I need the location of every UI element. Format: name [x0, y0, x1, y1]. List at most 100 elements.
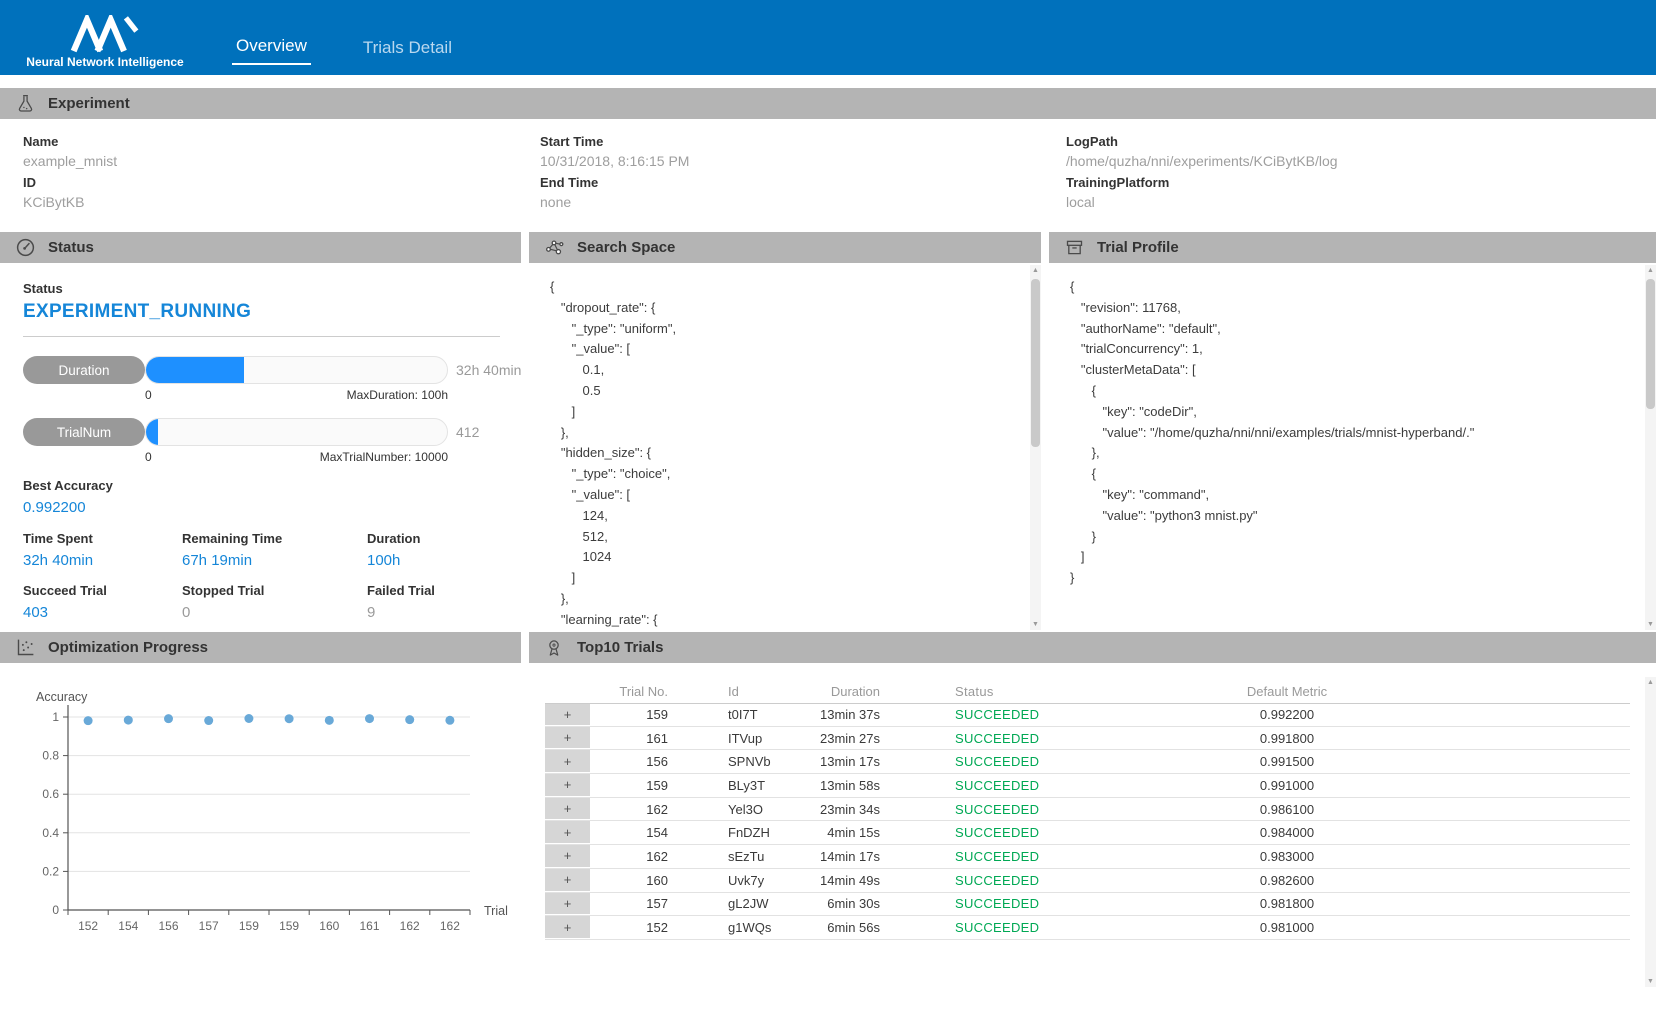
- top10-scrollbar[interactable]: ▲ ▼: [1645, 677, 1656, 987]
- svg-text:157: 157: [199, 919, 219, 933]
- top10-table-header: Trial No. Id Duration Status Default Met…: [545, 679, 1630, 703]
- trial-profile-json: { "revision": 11768, "authorName": "defa…: [1070, 277, 1656, 589]
- remaining-time-label: Remaining Time: [182, 531, 367, 546]
- expand-row-button[interactable]: +: [545, 916, 590, 939]
- training-platform-value: local: [1066, 194, 1656, 210]
- trial-status-cell: SUCCEEDED: [890, 802, 1102, 817]
- stopped-trial-label: Stopped Trial: [182, 583, 367, 598]
- trial-status-cell: SUCCEEDED: [890, 754, 1102, 769]
- succeed-trial-value: 403: [23, 604, 182, 621]
- scroll-down-icon[interactable]: ▼: [1030, 621, 1041, 628]
- table-row: +162sEzTu14min 17sSUCCEEDED0.983000: [545, 845, 1630, 869]
- col-duration: Duration: [810, 684, 890, 699]
- trial-metric-cell: 0.991000: [1102, 778, 1472, 793]
- trial-no-cell: 156: [590, 754, 682, 769]
- table-row: +152g1WQs6min 56sSUCCEEDED0.981000: [545, 916, 1630, 940]
- end-time-label: End Time: [540, 175, 1066, 190]
- expand-row-button[interactable]: +: [545, 869, 590, 892]
- status-stats: Time Spent32h 40min Remaining Time67h 19…: [23, 531, 521, 621]
- status-panel: Status Status EXPERIMENT_RUNNING Duratio…: [0, 232, 521, 632]
- svg-text:0.4: 0.4: [42, 826, 59, 840]
- col-status: Status: [890, 684, 1102, 699]
- end-time-value: none: [540, 194, 1066, 210]
- svg-text:159: 159: [239, 919, 259, 933]
- scroll-down-icon[interactable]: ▼: [1645, 978, 1656, 985]
- scatter-chart-icon: [14, 637, 36, 659]
- scroll-up-icon[interactable]: ▲: [1645, 679, 1656, 686]
- expand-row-button[interactable]: +: [545, 774, 590, 797]
- trial-duration-cell: 6min 30s: [810, 896, 890, 911]
- svg-text:0.6: 0.6: [42, 787, 59, 801]
- duration-label: Duration: [367, 531, 521, 546]
- trial-duration-cell: 23min 34s: [810, 802, 890, 817]
- scrollbar-thumb[interactable]: [1031, 279, 1040, 447]
- nni-overview-page: Neural Network Intelligence Overview Tri…: [0, 0, 1656, 1030]
- search-space-scrollbar[interactable]: ▲ ▼: [1030, 265, 1041, 630]
- trial-metric-cell: 0.981000: [1102, 920, 1472, 935]
- status-section-title: Status: [48, 239, 94, 256]
- trial-profile-section-header: Trial Profile: [1049, 232, 1656, 263]
- svg-text:Accuracy: Accuracy: [36, 690, 88, 704]
- trialnum-progress-track: [145, 418, 448, 446]
- table-row: +156SPNVb13min 17sSUCCEEDED0.991500: [545, 750, 1630, 774]
- svg-text:162: 162: [400, 919, 420, 933]
- trial-no-cell: 154: [590, 825, 682, 840]
- search-space-section-header: Search Space: [529, 232, 1041, 263]
- logpath-value: /home/quzha/nni/experiments/KCiBytKB/log: [1066, 153, 1656, 169]
- trial-duration-cell: 14min 17s: [810, 849, 890, 864]
- expand-row-button[interactable]: +: [545, 727, 590, 750]
- start-time-label: Start Time: [540, 134, 1066, 149]
- molecule-icon: [543, 237, 565, 259]
- trial-no-cell: 160: [590, 873, 682, 888]
- expand-row-button[interactable]: +: [545, 798, 590, 821]
- trial-id-cell: Uvk7y: [682, 873, 810, 888]
- expand-row-button[interactable]: +: [545, 821, 590, 844]
- top10-section-header: Top10 Trials: [529, 632, 1656, 663]
- trial-id-cell: Yel3O: [682, 802, 810, 817]
- optimization-section-header: Optimization Progress: [0, 632, 521, 663]
- brand-home-link[interactable]: Neural Network Intelligence: [0, 9, 200, 75]
- table-row: +159BLy3T13min 58sSUCCEEDED0.991000: [545, 774, 1630, 798]
- trial-profile-scrollbar[interactable]: ▲ ▼: [1645, 265, 1656, 630]
- scroll-down-icon[interactable]: ▼: [1645, 621, 1656, 628]
- trialnum-progress-label: TrialNum: [23, 418, 145, 446]
- search-space-section-title: Search Space: [577, 239, 675, 256]
- medal-icon: [543, 637, 565, 659]
- svg-text:Trial: Trial: [484, 904, 508, 918]
- start-time-value: 10/31/2018, 8:16:15 PM: [540, 153, 1066, 169]
- trial-status-cell: SUCCEEDED: [890, 707, 1102, 722]
- flask-icon: [14, 93, 36, 115]
- table-row: +160Uvk7y14min 49sSUCCEEDED0.982600: [545, 869, 1630, 893]
- expand-row-button[interactable]: +: [545, 893, 590, 916]
- trial-status-cell: SUCCEEDED: [890, 849, 1102, 864]
- trialnum-min: 0: [145, 450, 152, 464]
- scrollbar-thumb[interactable]: [1646, 279, 1655, 409]
- experiment-section-title: Experiment: [48, 95, 130, 112]
- expand-row-button[interactable]: +: [545, 750, 590, 773]
- scroll-up-icon[interactable]: ▲: [1645, 267, 1656, 274]
- failed-trial-value: 9: [367, 604, 521, 621]
- archive-box-icon: [1063, 237, 1085, 259]
- trial-status-cell: SUCCEEDED: [890, 825, 1102, 840]
- status-value: EXPERIMENT_RUNNING: [23, 301, 521, 323]
- trial-id-cell: BLy3T: [682, 778, 810, 793]
- duration-max: MaxDuration: 100h: [347, 388, 448, 402]
- trial-metric-cell: 0.982600: [1102, 873, 1472, 888]
- trial-id-cell: g1WQs: [682, 920, 810, 935]
- experiment-section-header: Experiment: [0, 88, 1656, 119]
- scroll-up-icon[interactable]: ▲: [1030, 267, 1041, 274]
- top10-table: Trial No. Id Duration Status Default Met…: [545, 679, 1630, 940]
- expand-row-button[interactable]: +: [545, 704, 590, 726]
- duration-progress-value: 32h 40min: [456, 362, 521, 378]
- optimization-section-title: Optimization Progress: [48, 639, 208, 656]
- nav-tabs: Overview Trials Detail: [232, 36, 456, 75]
- trial-duration-cell: 6min 56s: [810, 920, 890, 935]
- gauge-icon: [14, 237, 36, 259]
- trial-metric-cell: 0.983000: [1102, 849, 1472, 864]
- tab-trials-detail[interactable]: Trials Detail: [359, 38, 456, 65]
- svg-text:0.2: 0.2: [42, 864, 59, 878]
- tab-overview[interactable]: Overview: [232, 36, 311, 65]
- trialnum-progress-fill: [146, 419, 158, 445]
- trial-id-cell: SPNVb: [682, 754, 810, 769]
- expand-row-button[interactable]: +: [545, 845, 590, 868]
